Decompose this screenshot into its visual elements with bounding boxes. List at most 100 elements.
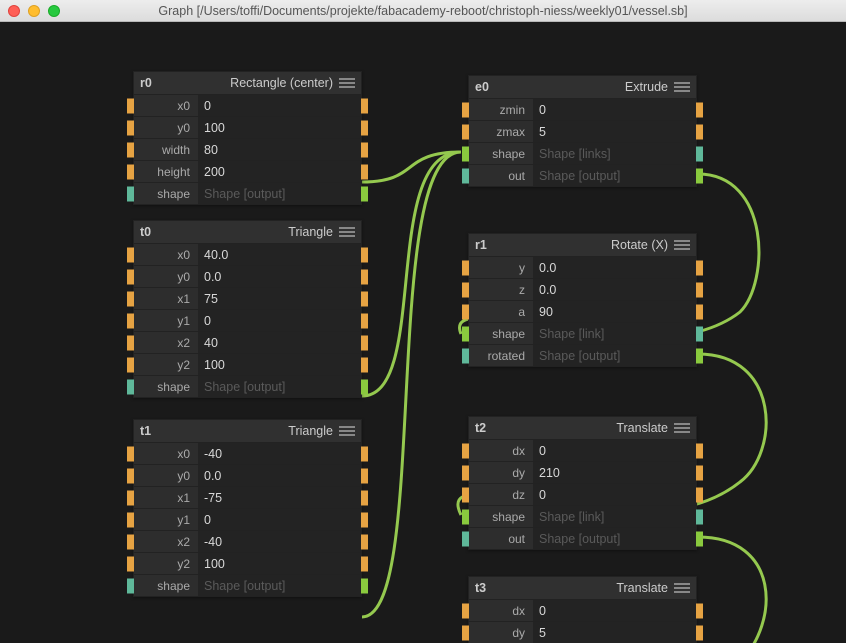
value-input[interactable]: 0 [198, 509, 361, 530]
row-label: shape [469, 510, 533, 524]
node-r0[interactable]: r0 Rectangle (center) x00 y0100 width80 … [133, 71, 362, 205]
node-header[interactable]: t0 Triangle [134, 221, 361, 243]
node-header[interactable]: t1 Triangle [134, 420, 361, 442]
row-label: shape [469, 147, 533, 161]
node-header[interactable]: t2 Translate [469, 417, 696, 439]
value-input[interactable]: 40 [198, 332, 361, 353]
node-t1[interactable]: t1 Triangle x0-40 y00.0 x1-75 y10 x2-40 … [133, 419, 362, 597]
value-input[interactable]: -40 [198, 443, 361, 464]
node-type: Rotate (X) [487, 238, 674, 252]
value-input[interactable]: 100 [198, 354, 361, 375]
row-label: dy [469, 626, 533, 640]
value-input[interactable]: 0.0 [533, 257, 696, 278]
minimize-icon[interactable] [28, 5, 40, 17]
node-id: r1 [475, 238, 487, 252]
graph-canvas[interactable]: r0 Rectangle (center) x00 y0100 width80 … [0, 22, 846, 643]
value-output: Shape [link] [533, 323, 696, 344]
row-label: y1 [134, 314, 198, 328]
row-label: a [469, 305, 533, 319]
row-label: x2 [134, 336, 198, 350]
row-label: y2 [134, 358, 198, 372]
hamburger-icon[interactable] [674, 79, 690, 95]
value-input[interactable]: 5 [533, 622, 696, 643]
node-r1[interactable]: r1 Rotate (X) y0.0 z0.0 a90 shapeShape [… [468, 233, 697, 367]
row-label: zmin [469, 103, 533, 117]
row-label: shape [134, 187, 198, 201]
node-id: t0 [140, 225, 151, 239]
hamburger-icon[interactable] [339, 423, 355, 439]
node-id: r0 [140, 76, 152, 90]
hamburger-icon[interactable] [339, 75, 355, 91]
row-label: y [469, 261, 533, 275]
row-label: shape [134, 579, 198, 593]
node-type: Translate [486, 581, 674, 595]
window-titlebar: Graph [/Users/toffi/Documents/projekte/f… [0, 0, 846, 22]
value-input[interactable]: 200 [198, 161, 361, 182]
node-header[interactable]: r0 Rectangle (center) [134, 72, 361, 94]
value-input[interactable]: 0 [533, 99, 696, 120]
value-output: Shape [links] [533, 143, 696, 164]
node-id: t1 [140, 424, 151, 438]
value-input[interactable]: 0.0 [198, 266, 361, 287]
value-input[interactable]: 0 [533, 484, 696, 505]
value-input[interactable]: -75 [198, 487, 361, 508]
row-label: shape [469, 327, 533, 341]
node-type: Translate [486, 421, 674, 435]
hamburger-icon[interactable] [674, 237, 690, 253]
value-input[interactable]: 90 [533, 301, 696, 322]
row-label: y0 [134, 270, 198, 284]
row-label: z [469, 283, 533, 297]
value-input[interactable]: 40.0 [198, 244, 361, 265]
node-header[interactable]: t3 Translate [469, 577, 696, 599]
row-label: x0 [134, 99, 198, 113]
value-input[interactable]: 75 [198, 288, 361, 309]
row-label: shape [134, 380, 198, 394]
row-label: width [134, 143, 198, 157]
node-header[interactable]: r1 Rotate (X) [469, 234, 696, 256]
node-id: t2 [475, 421, 486, 435]
row-label: dx [469, 604, 533, 618]
value-input[interactable]: -40 [198, 531, 361, 552]
hamburger-icon[interactable] [674, 420, 690, 436]
value-input[interactable]: 5 [533, 121, 696, 142]
node-e0[interactable]: e0 Extrude zmin0 zmax5 shapeShape [links… [468, 75, 697, 187]
node-type: Extrude [489, 80, 674, 94]
node-t2[interactable]: t2 Translate dx0 dy210 dz0 shapeShape [l… [468, 416, 697, 550]
value-input[interactable]: 0.0 [533, 279, 696, 300]
hamburger-icon[interactable] [674, 580, 690, 596]
value-output: Shape [output] [533, 165, 696, 186]
row-label: dx [469, 444, 533, 458]
node-type: Rectangle (center) [152, 76, 339, 90]
node-header[interactable]: e0 Extrude [469, 76, 696, 98]
value-output: Shape [output] [198, 575, 361, 596]
row-label: height [134, 165, 198, 179]
value-input[interactable]: 210 [533, 462, 696, 483]
node-type: Triangle [151, 225, 339, 239]
row-label: x0 [134, 248, 198, 262]
row-label: zmax [469, 125, 533, 139]
value-output: Shape [link] [533, 506, 696, 527]
row-label: x0 [134, 447, 198, 461]
value-output: Shape [output] [198, 376, 361, 397]
row-label: out [469, 532, 533, 546]
value-input[interactable]: 0 [533, 440, 696, 461]
value-input[interactable]: 80 [198, 139, 361, 160]
node-t3[interactable]: t3 Translate dx0 dy5 [468, 576, 697, 643]
value-input[interactable]: 100 [198, 117, 361, 138]
node-type: Triangle [151, 424, 339, 438]
node-id: t3 [475, 581, 486, 595]
value-input[interactable]: 0 [198, 310, 361, 331]
value-input[interactable]: 0 [198, 95, 361, 116]
close-icon[interactable] [8, 5, 20, 17]
hamburger-icon[interactable] [339, 224, 355, 240]
value-input[interactable]: 100 [198, 553, 361, 574]
row-label: dy [469, 466, 533, 480]
node-t0[interactable]: t0 Triangle x040.0 y00.0 x175 y10 x240 y… [133, 220, 362, 398]
value-output: Shape [output] [533, 345, 696, 366]
row-label: x1 [134, 491, 198, 505]
value-output: Shape [output] [533, 528, 696, 549]
row-label: out [469, 169, 533, 183]
fullscreen-icon[interactable] [48, 5, 60, 17]
value-input[interactable]: 0 [533, 600, 696, 621]
value-input[interactable]: 0.0 [198, 465, 361, 486]
